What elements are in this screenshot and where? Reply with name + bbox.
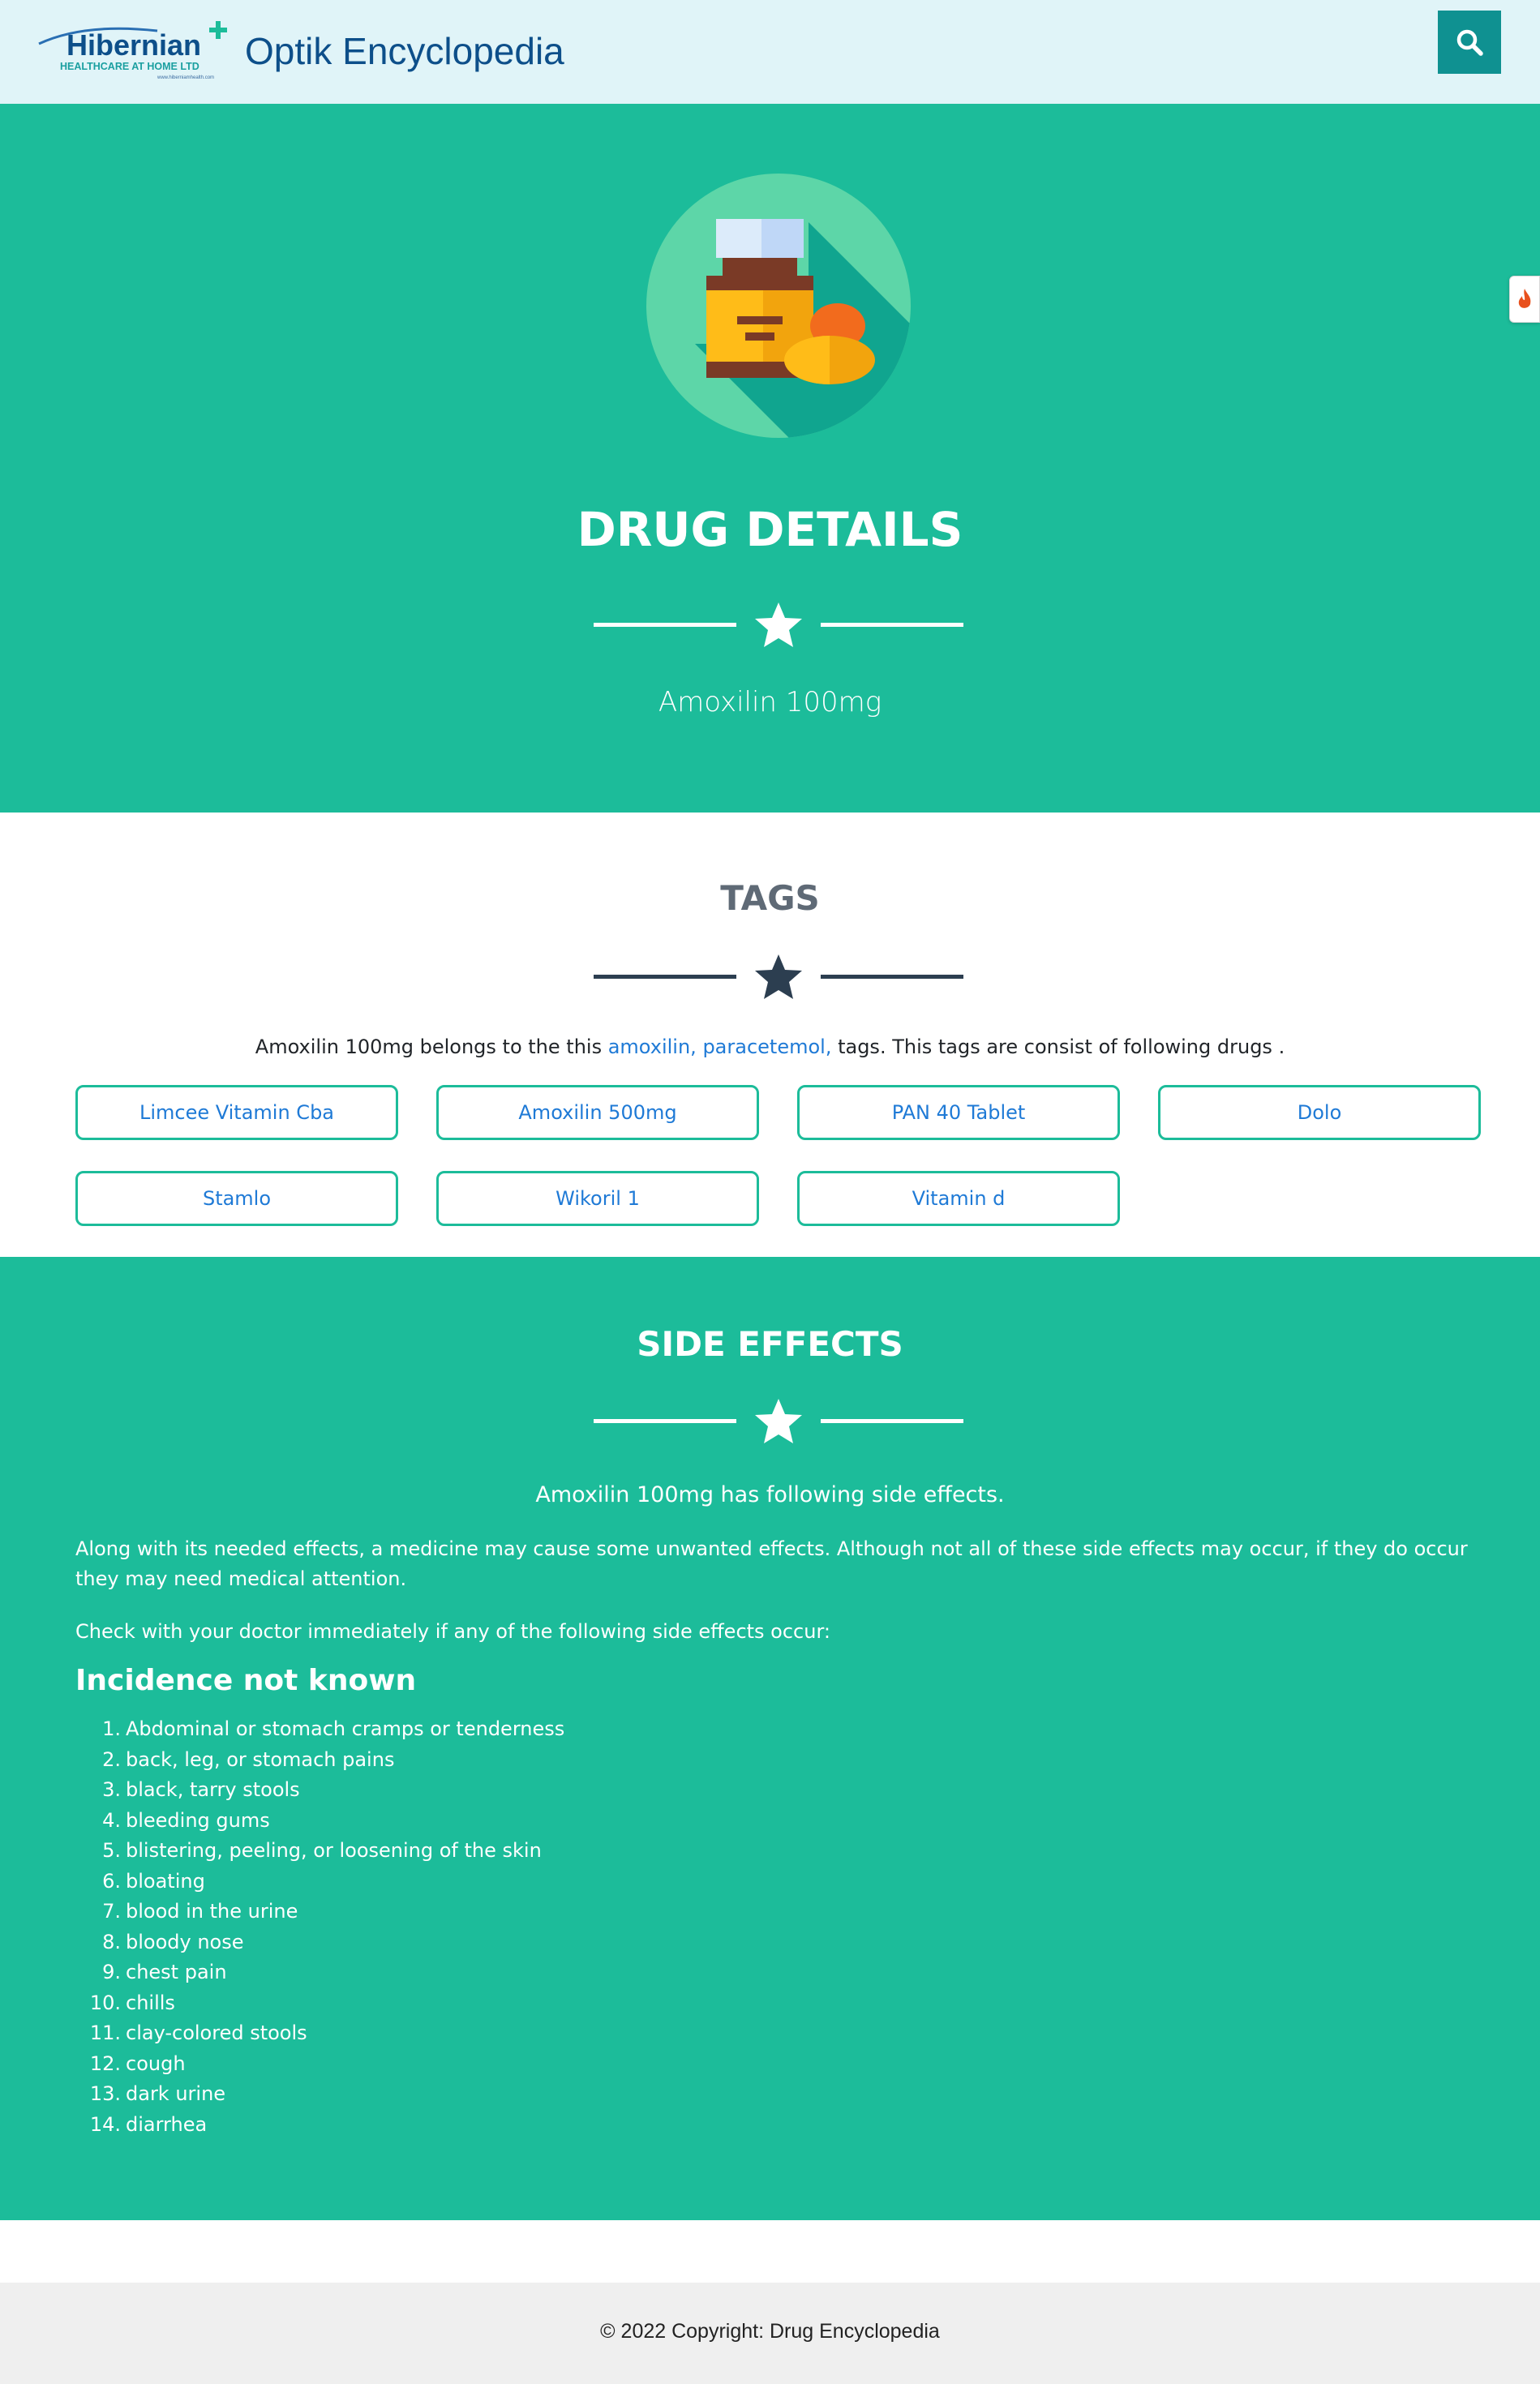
side-effects-divider	[592, 1396, 965, 1445]
tags-description: Amoxilin 100mg belongs to the this amoxi…	[0, 1033, 1540, 1061]
list-item: 7. blood in the urine	[102, 1900, 298, 1923]
flame-icon	[1518, 289, 1531, 308]
svg-text:Hibernian: Hibernian	[66, 28, 201, 62]
side-effects-lead: Amoxilin 100mg has following side effect…	[535, 1482, 1005, 1507]
floating-widget-button[interactable]	[1509, 276, 1540, 323]
drug-button[interactable]: Dolo	[1158, 1085, 1481, 1140]
list-item: 9. chest pain	[102, 1961, 227, 1983]
list-item: 10. chills	[89, 1991, 175, 2014]
list-item: 3. black, tarry stools	[102, 1778, 300, 1801]
incidence-heading: Incidence not known	[75, 1664, 417, 1697]
side-effects-title: SIDE EFFECTS	[637, 1324, 903, 1364]
list-item: 12. cough	[89, 2052, 186, 2075]
medicine-bottle-icon	[646, 174, 911, 438]
star-icon	[755, 954, 802, 999]
list-item: 4. bleeding gums	[102, 1808, 270, 1832]
list-item: 6. bloating	[102, 1869, 205, 1893]
list-item: 2. back, leg, or stomach pains	[102, 1747, 395, 1771]
list-item: 11. clay-colored stools	[89, 2022, 307, 2044]
svg-text:HEALTHCARE AT HOME LTD: HEALTHCARE AT HOME LTD	[60, 61, 199, 72]
tags-text-before: Amoxilin 100mg belongs to the this	[255, 1035, 608, 1058]
side-effects-warning: Check with your doctor immediately if an…	[75, 1620, 830, 1643]
drug-button[interactable]: Wikoril 1	[436, 1171, 759, 1226]
drug-button[interactable]: PAN 40 Tablet	[797, 1085, 1120, 1140]
page-title: DRUG DETAILS	[577, 502, 963, 557]
search-button[interactable]	[1438, 11, 1501, 74]
site-title[interactable]: Optik Encyclopedia	[245, 29, 564, 73]
list-item: 5. blistering, peeling, or loosening of t…	[102, 1839, 542, 1862]
footer: © 2022 Copyright: Drug Encyclopedia	[0, 2283, 1540, 2384]
side-effects-intro: Along with its needed effects, a medicin…	[75, 1537, 1468, 1590]
drug-button[interactable]: Stamlo	[75, 1171, 398, 1226]
drug-button[interactable]: Amoxilin 500mg	[436, 1085, 759, 1140]
title-divider	[592, 600, 965, 649]
drug-button[interactable]: Vitamin d	[797, 1171, 1120, 1226]
tags-divider	[592, 952, 965, 1001]
search-icon	[1456, 29, 1483, 56]
list-item: 1. Abdominal or stomach cramps or tendern…	[102, 1717, 565, 1740]
list-item: 14. diarrhea	[89, 2112, 208, 2136]
copyright-text: © 2022 Copyright: Drug Encyclopedia	[600, 2320, 940, 2343]
side-effects-section: SIDE EFFECTS Amoxilin 100mg has followin…	[0, 1257, 1540, 2220]
tags-text-after: tags. This tags are consist of following…	[831, 1035, 1285, 1058]
tags-section: TAGS Amoxilin 100mg belongs to the this …	[0, 813, 1540, 1257]
drug-details-hero: DRUG DETAILS Amoxilin 100mg	[0, 104, 1540, 813]
tag-link-amoxilin[interactable]: amoxilin,	[608, 1035, 697, 1058]
drug-button[interactable]: Limcee Vitamin Cba	[75, 1085, 398, 1140]
drug-name: Amoxilin 100mg	[658, 686, 882, 718]
top-navbar: Hibernian HEALTHCARE AT HOME LTD www.hib…	[0, 0, 1540, 104]
hibernian-logo[interactable]: Hibernian HEALTHCARE AT HOME LTD www.hib…	[36, 19, 230, 83]
list-item: 13. dark urine	[89, 2082, 226, 2105]
star-icon	[755, 602, 802, 647]
star-icon	[755, 1399, 802, 1443]
tag-link-paracetemol[interactable]: paracetemol,	[702, 1035, 831, 1058]
svg-text:www.hiberniamhealth.com: www.hiberniamhealth.com	[157, 75, 214, 80]
list-item: 8. bloody nose	[102, 1930, 244, 1953]
side-effects-list: 1. Abdominal or stomach cramps or tendern…	[75, 1714, 805, 2140]
tags-title: TAGS	[720, 878, 820, 918]
